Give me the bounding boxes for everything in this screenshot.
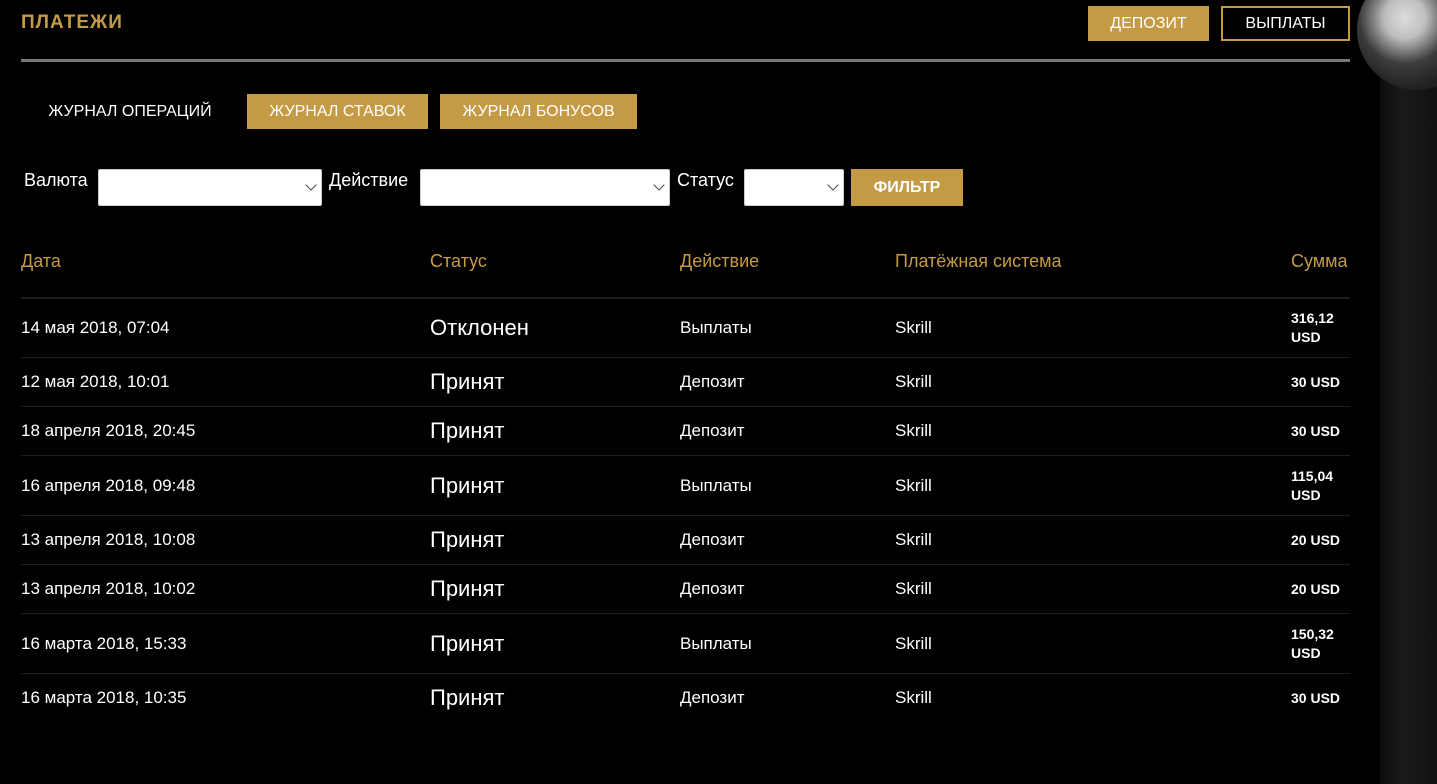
table-row: 16 марта 2018, 10:35 Принят Депозит Skri… [21,674,1350,722]
cell-payment-system: Skrill [895,421,932,440]
cell-date: 13 апреля 2018, 10:08 [21,530,196,549]
cell-action: Депозит [680,688,745,707]
chevron-down-icon [305,179,317,191]
cell-status: Отклонен [430,315,529,340]
cell-date: 16 марта 2018, 15:33 [21,633,187,653]
cell-payment-system: Skrill [895,372,932,391]
column-header-action[interactable]: Действие [680,251,759,272]
cell-date: 18 апреля 2018, 20:45 [21,421,196,440]
chevron-down-icon [827,179,839,191]
casino-chip-decoration [1357,0,1437,90]
table-row: 13 апреля 2018, 10:02 Принят Депозит Skr… [21,565,1350,614]
action-label: Действие [329,170,409,190]
header-divider [21,59,1350,62]
cell-payment-system: Skrill [895,633,932,653]
action-select[interactable] [420,169,670,206]
side-decoration [1357,0,1437,784]
cell-sum: 20 USD [1291,531,1341,548]
cell-action: Депозит [680,530,745,549]
column-header-date[interactable]: Дата [21,251,61,272]
column-header-sum[interactable]: Сумма [1291,251,1348,272]
cell-action: Выплаты [680,318,752,337]
cell-status: Принят [430,472,505,498]
chevron-down-icon [653,179,665,191]
cell-status: Принят [430,576,505,601]
cell-action: Депозит [680,372,745,391]
cell-sum: 150,32 USD [1291,625,1334,661]
status-select[interactable] [744,169,844,206]
cell-payment-system: Skrill [895,688,932,707]
cell-date: 14 мая 2018, 07:04 [21,318,170,337]
cell-payment-system: Skrill [895,475,932,495]
cell-action: Депозит [680,421,745,440]
cell-status: Принят [430,418,505,443]
cell-action: Выплаты [680,633,752,653]
tab-operations-log[interactable]: ЖУРНАЛ ОПЕРАЦИЙ [28,94,232,129]
cell-action: Выплаты [680,475,752,495]
cell-date: 12 мая 2018, 10:01 [21,372,170,391]
cell-date: 16 марта 2018, 10:35 [21,688,187,707]
cell-sum: 30 USD [1291,373,1341,390]
filter-button[interactable]: ФИЛЬТР [851,169,963,206]
currency-label: Валюта [24,170,88,190]
cell-date: 13 апреля 2018, 10:02 [21,579,196,598]
page-title: ПЛАТЕЖИ [21,12,123,33]
tab-bets-log[interactable]: ЖУРНАЛ СТАВОК [247,94,428,129]
table-row: 12 мая 2018, 10:01 Принят Депозит Skrill… [21,358,1350,407]
cell-sum: 115,04 USD [1291,467,1334,503]
table-row: 16 апреля 2018, 09:48 Принят Выплаты Skr… [21,456,1350,516]
cell-sum: 30 USD [1291,689,1341,706]
table-row: 18 апреля 2018, 20:45 Принят Депозит Skr… [21,407,1350,456]
cell-sum: 316,12 USD [1291,310,1334,345]
table-row: 14 мая 2018, 07:04 Отклонен Выплаты Skri… [21,299,1350,358]
cell-payment-system: Skrill [895,579,932,598]
cell-payment-system: Skrill [895,530,932,549]
cell-sum: 20 USD [1291,580,1341,597]
table-row: 16 марта 2018, 15:33 Принят Выплаты Skri… [21,614,1350,674]
cell-sum: 30 USD [1291,422,1341,439]
cell-date: 16 апреля 2018, 09:48 [21,475,196,495]
payments-page: ПЛАТЕЖИ ДЕПОЗИТ ВЫПЛАТЫ ЖУРНАЛ ОПЕРАЦИЙ … [0,0,1437,784]
cell-status: Принят [430,685,505,710]
cell-status: Принят [430,527,505,552]
table-row: 13 апреля 2018, 10:08 Принят Депозит Skr… [21,516,1350,565]
cell-status: Принят [430,630,505,656]
tab-bonus-log[interactable]: ЖУРНАЛ БОНУСОВ [440,94,637,129]
status-label: Статус [677,170,734,190]
column-header-status[interactable]: Статус [430,251,487,272]
cell-action: Депозит [680,579,745,598]
currency-select[interactable] [98,169,322,206]
deposit-button[interactable]: ДЕПОЗИТ [1088,6,1209,41]
cell-payment-system: Skrill [895,318,932,337]
column-header-payment-system[interactable]: Платёжная система [895,251,1062,272]
cell-status: Принят [430,369,505,394]
payouts-button[interactable]: ВЫПЛАТЫ [1221,6,1350,41]
